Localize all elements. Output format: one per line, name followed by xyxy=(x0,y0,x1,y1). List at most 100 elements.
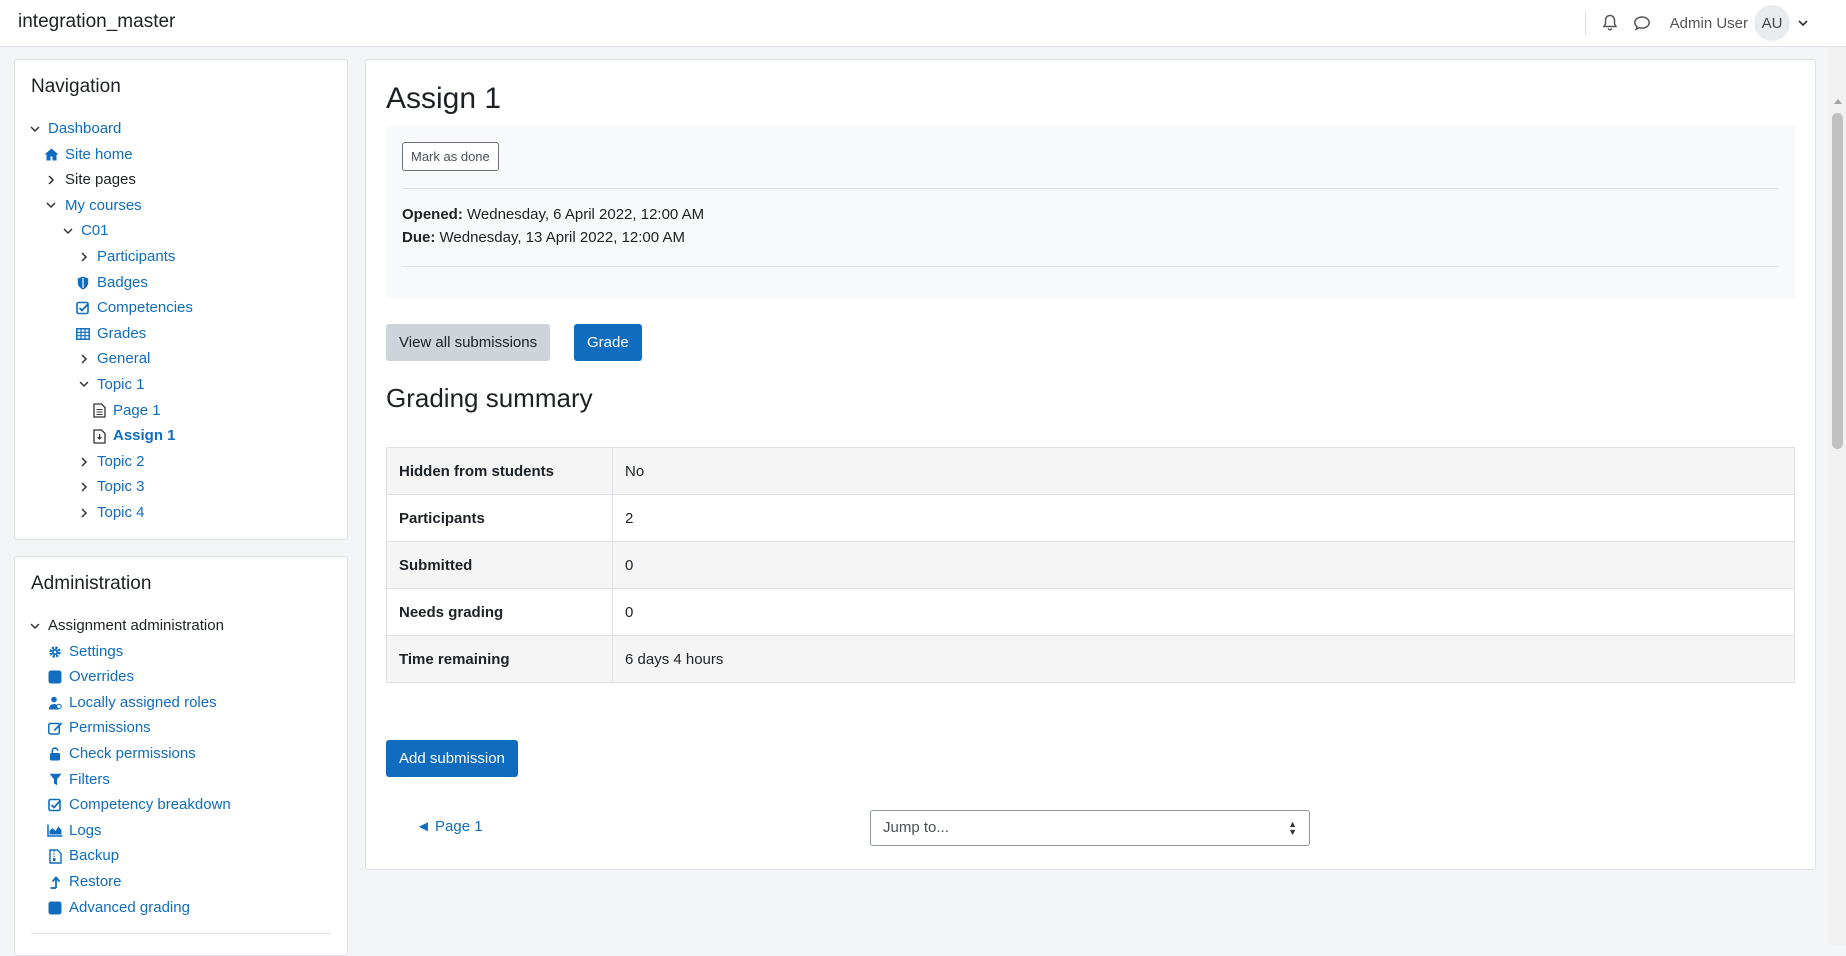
chat-icon[interactable] xyxy=(1632,13,1652,33)
summary-value: No xyxy=(612,447,1795,495)
nav-label[interactable]: Topic 3 xyxy=(97,474,145,500)
nav-item-topic-2[interactable]: Topic 2 xyxy=(15,449,347,475)
divider xyxy=(402,266,1779,267)
admin-item-advanced-grading[interactable]: Advanced grading xyxy=(15,895,347,921)
nav-label[interactable]: C01 xyxy=(81,218,109,244)
admin-item-permissions[interactable]: Permissions xyxy=(15,715,347,741)
summary-value: 0 xyxy=(612,541,1795,589)
admin-item-assignment-administration[interactable]: Assignment administration xyxy=(15,613,347,639)
chevron-right-icon[interactable] xyxy=(76,453,92,471)
scroll-thumb[interactable] xyxy=(1832,113,1843,449)
admin-label[interactable]: Check permissions xyxy=(69,741,196,767)
due-label: Due: xyxy=(402,229,436,246)
chevron-down-icon[interactable] xyxy=(27,120,43,138)
user-tag-icon xyxy=(47,694,63,712)
navbar-divider xyxy=(1584,11,1586,35)
nav-item-general[interactable]: General xyxy=(15,346,347,372)
nav-label[interactable]: Topic 1 xyxy=(97,372,145,398)
admin-label[interactable]: Advanced grading xyxy=(69,895,190,921)
nav-item-my-courses[interactable]: My courses xyxy=(15,193,347,219)
table-row: Participants 2 xyxy=(386,494,1795,542)
nav-label[interactable]: Site home xyxy=(65,142,133,168)
admin-label[interactable]: Overrides xyxy=(69,664,134,690)
nav-label[interactable]: Competencies xyxy=(97,295,193,321)
grade-button[interactable]: Grade xyxy=(574,324,642,361)
nav-item-assign-1[interactable]: Assign 1 xyxy=(15,423,347,449)
jump-to-select[interactable]: Jump to... ▲ ▼ xyxy=(870,810,1310,846)
nav-item-badges[interactable]: Badges xyxy=(15,270,347,296)
admin-divider xyxy=(31,933,331,934)
page-scrollbar[interactable] xyxy=(1829,47,1846,945)
nav-label[interactable]: Site pages xyxy=(65,167,136,193)
summary-value: 6 days 4 hours xyxy=(612,635,1795,683)
nav-label[interactable]: Assign 1 xyxy=(113,423,176,449)
admin-item-competency-breakdown[interactable]: Competency breakdown xyxy=(15,792,347,818)
site-name[interactable]: integration_master xyxy=(18,11,175,33)
avatar[interactable]: AU xyxy=(1754,5,1790,41)
nav-item-topic-1[interactable]: Topic 1 xyxy=(15,372,347,398)
navigation-title: Navigation xyxy=(31,76,121,97)
admin-item-locally-assigned-roles[interactable]: Locally assigned roles xyxy=(15,690,347,716)
chevron-right-icon[interactable] xyxy=(76,350,92,368)
admin-label[interactable]: Backup xyxy=(69,843,119,869)
nav-label[interactable]: Participants xyxy=(97,244,175,270)
nav-label[interactable]: Grades xyxy=(97,321,146,347)
chevron-right-icon[interactable] xyxy=(76,478,92,496)
nav-item-topic-4[interactable]: Topic 4 xyxy=(15,500,347,526)
nav-label[interactable]: Topic 4 xyxy=(97,500,145,526)
opened-value: Wednesday, 6 April 2022, 12:00 AM xyxy=(467,206,705,223)
admin-item-logs[interactable]: Logs xyxy=(15,818,347,844)
add-submission-button[interactable]: Add submission xyxy=(386,740,518,777)
summary-key: Hidden from students xyxy=(386,447,613,495)
nav-item-c01[interactable]: C01 xyxy=(15,218,347,244)
nav-label[interactable]: Badges xyxy=(97,270,148,296)
summary-value: 2 xyxy=(612,494,1795,542)
chevron-down-icon[interactable] xyxy=(27,617,43,635)
admin-item-restore[interactable]: Restore xyxy=(15,869,347,895)
nav-label[interactable]: General xyxy=(97,346,150,372)
summary-key: Time remaining xyxy=(386,635,613,683)
previous-activity-link[interactable]: ◄ Page 1 xyxy=(416,818,483,835)
bell-icon[interactable] xyxy=(1600,13,1620,33)
nav-item-dashboard[interactable]: Dashboard xyxy=(15,116,347,142)
admin-item-settings[interactable]: Settings xyxy=(15,639,347,665)
admin-label[interactable]: Locally assigned roles xyxy=(69,690,217,716)
admin-item-overrides[interactable]: Overrides xyxy=(15,664,347,690)
chevron-down-icon[interactable] xyxy=(43,197,59,215)
nav-label[interactable]: Topic 2 xyxy=(97,449,145,475)
admin-item-backup[interactable]: Backup xyxy=(15,843,347,869)
user-name[interactable]: Admin User xyxy=(1670,15,1748,32)
admin-label[interactable]: Logs xyxy=(69,818,102,844)
admin-label[interactable]: Restore xyxy=(69,869,122,895)
mark-as-done-button[interactable]: Mark as done xyxy=(402,142,499,171)
nav-item-participants[interactable]: Participants xyxy=(15,244,347,270)
chevron-down-icon[interactable] xyxy=(60,222,76,240)
admin-label[interactable]: Competency breakdown xyxy=(69,792,231,818)
chevron-down-icon[interactable] xyxy=(1798,16,1808,30)
admin-label[interactable]: Permissions xyxy=(69,715,151,741)
nav-label[interactable]: Page 1 xyxy=(113,398,161,424)
admin-label[interactable]: Settings xyxy=(69,639,123,665)
admin-item-check-permissions[interactable]: Check permissions xyxy=(15,741,347,767)
nav-label[interactable]: Dashboard xyxy=(48,116,121,142)
grading-summary-table: Hidden from students No Participants 2 S… xyxy=(386,447,1795,683)
square-icon xyxy=(47,899,63,917)
nav-item-page-1[interactable]: Page 1 xyxy=(15,398,347,424)
admin-label[interactable]: Filters xyxy=(69,767,110,793)
view-all-submissions-button[interactable]: View all submissions xyxy=(386,324,551,361)
due-value: Wednesday, 13 April 2022, 12:00 AM xyxy=(439,229,685,246)
admin-label[interactable]: Assignment administration xyxy=(48,613,224,639)
chevron-right-icon[interactable] xyxy=(43,171,59,189)
nav-item-topic-3[interactable]: Topic 3 xyxy=(15,474,347,500)
nav-item-site-home[interactable]: Site home xyxy=(15,142,347,168)
nav-label[interactable]: My courses xyxy=(65,193,142,219)
chevron-right-icon[interactable] xyxy=(76,248,92,266)
chevron-down-icon[interactable] xyxy=(76,376,92,394)
scroll-up-arrow[interactable] xyxy=(1834,99,1842,104)
table-row: Time remaining 6 days 4 hours xyxy=(386,635,1795,683)
nav-item-site-pages[interactable]: Site pages xyxy=(15,167,347,193)
nav-item-competencies[interactable]: Competencies xyxy=(15,295,347,321)
chevron-right-icon[interactable] xyxy=(76,504,92,522)
admin-item-filters[interactable]: Filters xyxy=(15,767,347,793)
nav-item-grades[interactable]: Grades xyxy=(15,321,347,347)
